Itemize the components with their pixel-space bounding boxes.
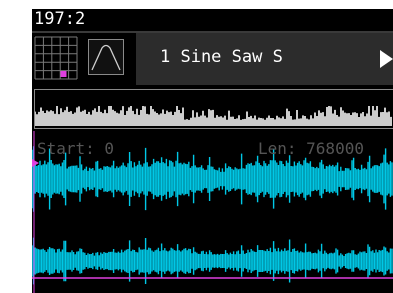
envelope-icon[interactable]	[88, 39, 124, 75]
play-icon[interactable]	[376, 33, 393, 85]
overview-waveform	[35, 106, 392, 126]
position-readout: 197:2	[34, 9, 86, 29]
device-screen: 197:2 1 Sine Saw S Start: 0 Len: 768000	[32, 9, 393, 293]
patch-name: 1 Sine Saw S	[160, 47, 283, 67]
grid-icon[interactable]	[34, 36, 78, 80]
waveform-overview[interactable]	[34, 89, 393, 129]
device-frame: 197:2 1 Sine Saw S Start: 0 Len: 768000	[0, 0, 393, 293]
active-pad	[60, 71, 67, 77]
length-label: Len: 768000	[258, 139, 364, 158]
start-label: Start: 0	[37, 139, 115, 158]
toolbar: 1 Sine Saw S	[32, 33, 393, 87]
